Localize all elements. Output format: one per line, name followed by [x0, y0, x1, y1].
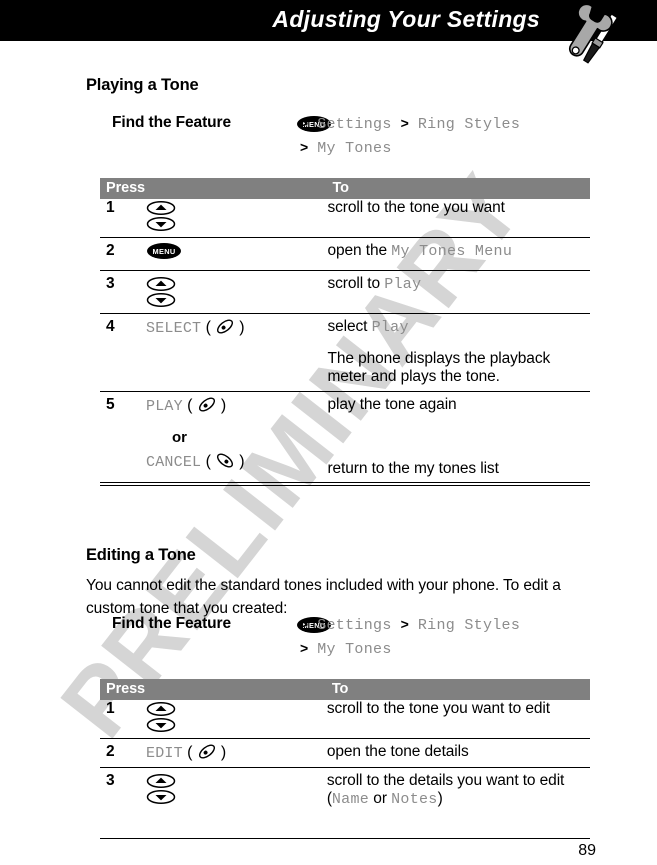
path-item-ring-styles: Ring Styles: [417, 116, 521, 133]
nav-up-down-keys-icon: [146, 772, 180, 805]
procedure-table-editing-a-tone: Press To 1 scroll to the tone you want t…: [100, 679, 590, 813]
nav-up-down-keys-icon: [146, 700, 180, 733]
soft-key-label: SELECT: [146, 320, 202, 337]
table-header-press: Press: [106, 681, 146, 697]
section-heading-editing-a-tone: Editing a Tone: [86, 546, 196, 564]
table-bottom-double-rule: [100, 482, 590, 486]
to-cell: scroll to Play: [326, 270, 590, 314]
path-separator: >: [300, 616, 309, 632]
to-text: play the tone again: [327, 396, 457, 413]
to-note-text: The phone displays the playback meter an…: [327, 350, 551, 385]
table-row: 2 EDIT ( ) open the tone details: [100, 738, 590, 768]
to-text: open the tone details: [326, 743, 469, 760]
to-cell: scroll to the details you want to edit (…: [325, 767, 590, 813]
path-line-2: > My Tones: [300, 136, 600, 160]
path-item-settings: Settings: [317, 116, 392, 133]
table-bottom-rule: [100, 838, 590, 839]
path-line-1: > Settings > Ring Styles: [300, 112, 600, 136]
step-number: 5: [100, 391, 146, 483]
press-cell: MENU: [145, 237, 327, 271]
soft-key-label: CANCEL: [146, 454, 202, 471]
nav-up-down-keys-icon: [146, 199, 180, 232]
press-cell: [145, 700, 326, 739]
table-header-row: Press To: [100, 178, 590, 199]
step-number: 1: [106, 700, 115, 717]
path-separator: >: [300, 640, 309, 656]
step-number: 4: [100, 313, 146, 392]
path-line-1: > Settings > Ring Styles: [300, 613, 600, 637]
to-paren-mid: or: [369, 790, 392, 807]
path-separator: >: [300, 115, 309, 131]
right-soft-key-icon: [192, 744, 220, 761]
table-row: 3 scroll to the details you want to edit…: [100, 767, 590, 813]
right-soft-key-icon: [211, 319, 239, 336]
table-row: 2 MENU open the My Tones Menu: [100, 237, 590, 271]
path-line-2: > My Tones: [300, 637, 600, 661]
press-cell: EDIT ( ): [145, 738, 326, 768]
page-number: 89: [578, 842, 596, 859]
press-cell: [145, 270, 327, 314]
to-mono-value: My Tones Menu: [391, 243, 513, 260]
table-row: 1 scroll to the tone you want to edit: [100, 700, 590, 739]
to-text: select: [327, 318, 372, 335]
alt-to-text: return to the my tones list: [327, 460, 499, 477]
to-mono-value: Play: [384, 276, 422, 293]
alt-press-cell: CANCEL ( ): [146, 453, 245, 471]
table-row: 5 PLAY ( ) or CANCEL () play the tone a…: [100, 391, 590, 483]
table-row: 1 scroll to the tone you want: [100, 199, 590, 238]
to-mono-name: Name: [331, 791, 370, 808]
table-header-press: Press: [106, 180, 146, 196]
path-item-settings: Settings: [317, 617, 392, 634]
find-the-feature-path: > Settings > Ring Styles > My Tones: [300, 112, 600, 160]
svg-text:MENU: MENU: [153, 247, 176, 256]
to-text: scroll to: [327, 275, 385, 292]
path-separator: >: [400, 115, 409, 131]
to-cell: play the tone again return to the my ton…: [326, 391, 590, 483]
to-text: scroll to the details you want to edit: [326, 772, 565, 789]
step-number: 2: [100, 738, 146, 768]
menu-key-icon: MENU: [146, 243, 182, 264]
to-cell: select Play The phone displays the playb…: [326, 313, 590, 392]
left-soft-key-icon: [211, 453, 239, 470]
right-soft-key-icon: [192, 397, 220, 414]
section-heading-playing-a-tone: Playing a Tone: [86, 76, 199, 94]
soft-key-label: EDIT: [146, 745, 183, 762]
to-text: scroll to the tone you want to edit: [326, 700, 550, 717]
press-cell: PLAY ( ) or CANCEL (): [145, 391, 327, 483]
to-text: scroll to the tone you want: [327, 199, 505, 216]
table-row: 3 scroll to Play: [100, 270, 590, 314]
find-the-feature-label: Find the Feature: [112, 114, 231, 131]
to-cell: open the My Tones Menu: [326, 237, 590, 271]
path-item-ring-styles: Ring Styles: [417, 617, 521, 634]
table-row: 4 SELECT ( ) select Play The phone displ…: [100, 313, 590, 392]
or-separator: or: [172, 429, 187, 446]
step-number: 1: [106, 199, 115, 216]
page-content: Playing a Tone Find the Feature MENU > S…: [0, 0, 657, 865]
to-cell: scroll to the tone you want: [326, 199, 590, 238]
step-number: 3: [100, 767, 146, 813]
path-separator: >: [400, 616, 409, 632]
step-number: 3: [100, 270, 146, 314]
to-text: open the: [327, 242, 392, 259]
press-cell: [145, 199, 326, 238]
step-number: 2: [100, 237, 146, 271]
press-cell: SELECT ( ): [145, 313, 327, 392]
soft-key-label: PLAY: [146, 398, 183, 415]
table-header-to: To: [331, 681, 349, 697]
table-header-to: To: [332, 180, 349, 196]
procedure-table-playing-a-tone: Press To 1 scroll to the tone you want 2…: [100, 178, 590, 483]
to-mono-notes: Notes: [391, 791, 438, 808]
find-the-feature-path: > Settings > Ring Styles > My Tones: [300, 613, 600, 661]
nav-up-down-keys-icon: [146, 275, 180, 308]
to-cell: open the tone details: [325, 738, 590, 768]
find-the-feature-label: Find the Feature: [112, 615, 231, 632]
table-header-row: Press To: [100, 679, 590, 700]
path-separator: >: [300, 139, 309, 155]
to-mono-value: Play: [371, 319, 409, 336]
to-cell: scroll to the tone you want to edit: [326, 700, 590, 739]
to-paren-suffix: ): [437, 790, 443, 807]
press-cell: [145, 767, 326, 813]
path-item-my-tones: My Tones: [317, 641, 392, 658]
path-item-my-tones: My Tones: [317, 140, 392, 157]
